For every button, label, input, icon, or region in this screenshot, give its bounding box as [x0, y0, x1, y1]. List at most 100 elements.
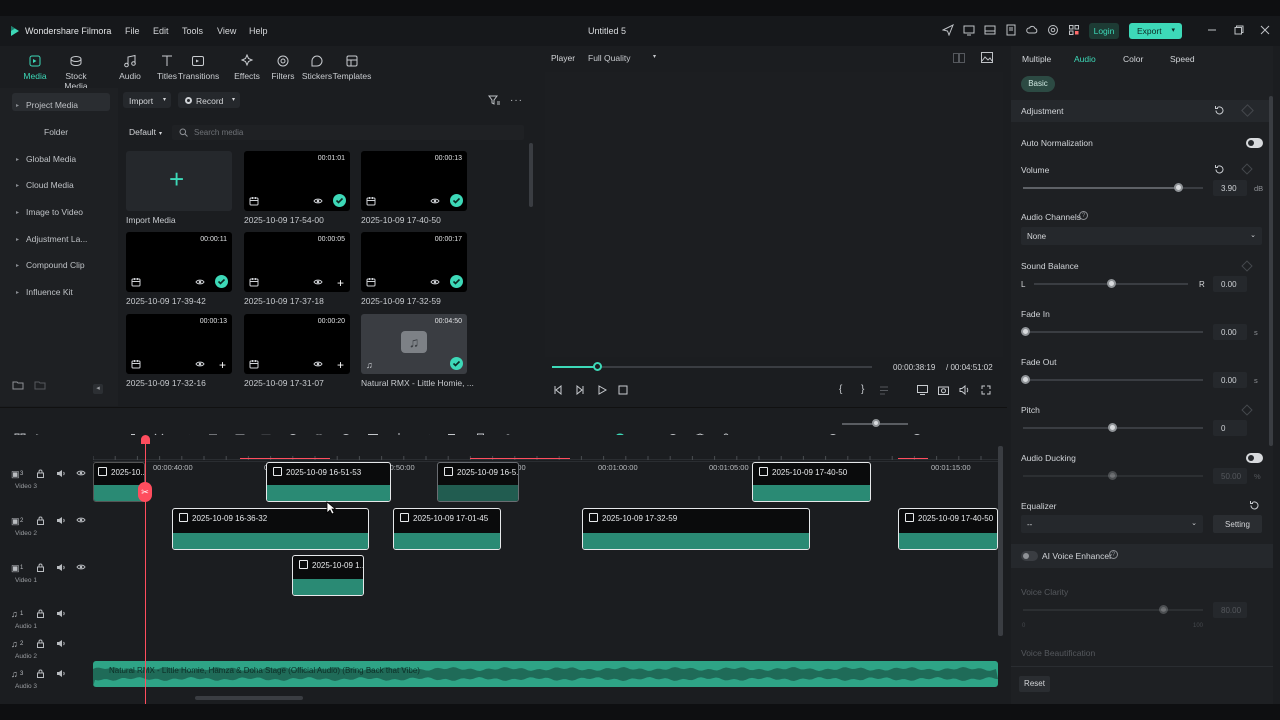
sidebar-item-image-to-video[interactable]: ▸ Image to Video	[10, 201, 110, 223]
lock-icon[interactable]	[36, 639, 45, 648]
tab-transitions[interactable]: Transitions	[178, 54, 219, 81]
volume-value[interactable]: 3.90	[1213, 180, 1247, 196]
audio-channels-dropdown[interactable]: None ⌄	[1021, 227, 1262, 245]
export-button[interactable]: Export ▾	[1129, 23, 1182, 39]
media-thumbnail[interactable]: 00:00:11	[126, 232, 232, 292]
basic-subtab[interactable]: Basic	[1021, 76, 1055, 92]
folder-link-icon[interactable]	[34, 379, 46, 391]
playhead[interactable]	[145, 436, 146, 704]
lock-icon[interactable]	[36, 516, 45, 525]
preview-eye-icon[interactable]	[313, 360, 323, 368]
ai-voice-toggle[interactable]	[1021, 551, 1038, 561]
preview-eye-icon[interactable]	[430, 278, 440, 286]
sidebar-item-adjustment-la-[interactable]: ▸ Adjustment La...	[10, 228, 110, 250]
media-thumbnail[interactable]: 00:00:20 +	[244, 314, 350, 374]
save-icon[interactable]	[1005, 24, 1017, 36]
preview-eye-icon[interactable]	[313, 197, 323, 205]
sidebar-item-compound-clip[interactable]: ▸ Compound Clip	[10, 254, 110, 276]
search-bar[interactable]: Search media	[172, 125, 524, 140]
tab-stickers[interactable]: Stickers	[297, 54, 337, 81]
reset-icon[interactable]	[1214, 105, 1225, 116]
visibility-eye-icon[interactable]	[76, 516, 86, 524]
mark-in-icon[interactable]: {	[839, 384, 842, 395]
more-icon[interactable]: ···	[510, 95, 523, 106]
close-icon[interactable]	[1259, 24, 1271, 36]
tab-stock-media[interactable]: Stock Media	[56, 54, 96, 91]
media-thumbnail[interactable]: 00:04:50 ♫ ♫	[361, 314, 467, 374]
media-thumbnail[interactable]: 00:01:01	[244, 151, 350, 211]
menu-file[interactable]: File	[125, 26, 140, 36]
sidebar-item-folder[interactable]: Folder	[10, 121, 110, 143]
fade-out-knob[interactable]	[1021, 375, 1030, 384]
filter-icon[interactable]	[488, 94, 500, 106]
search-input[interactable]: Search media	[194, 128, 243, 137]
clip-v2-4[interactable]: 2025-10-09 17-40-50	[898, 508, 998, 550]
mute-speaker-icon[interactable]	[56, 609, 66, 618]
import-dropdown[interactable]: Import ▾	[123, 92, 171, 108]
fade-out-slider[interactable]	[1023, 379, 1203, 381]
lock-icon[interactable]	[36, 563, 45, 572]
auto-normalization-toggle[interactable]	[1246, 138, 1263, 148]
panel-tab-speed[interactable]: Speed	[1170, 54, 1195, 64]
sidebar-item-global-media[interactable]: ▸ Global Media	[10, 148, 110, 170]
preview-eye-icon[interactable]	[430, 197, 440, 205]
preview-eye-icon[interactable]	[313, 278, 323, 286]
audio-clip-a3[interactable]: Natural RMX - Little Homie, Hamza & Doha…	[93, 661, 998, 687]
pitch-knob[interactable]	[1108, 423, 1117, 432]
preview-eye-icon[interactable]	[195, 278, 205, 286]
media-thumbnail[interactable]: 00:00:13 +	[126, 314, 232, 374]
lock-icon[interactable]	[36, 669, 45, 678]
info-icon[interactable]: ?	[1079, 211, 1088, 220]
pitch-value[interactable]: 0	[1213, 420, 1247, 436]
marker-list-icon[interactable]	[879, 386, 889, 395]
equalizer-setting-button[interactable]: Setting	[1213, 515, 1262, 533]
mark-out-icon[interactable]: }	[861, 384, 864, 395]
fade-in-value[interactable]: 0.00	[1213, 324, 1247, 340]
layout-icon[interactable]	[984, 24, 996, 36]
menu-help[interactable]: Help	[249, 26, 268, 36]
fade-in-knob[interactable]	[1021, 327, 1030, 336]
stop-icon[interactable]	[618, 385, 628, 395]
panel-tab-multiple[interactable]: Multiple	[1022, 54, 1051, 64]
clip-v3-4[interactable]: 2025-10-09 17-40-50	[752, 462, 871, 502]
media-thumbnail[interactable]: 00:00:05 +	[244, 232, 350, 292]
menu-edit[interactable]: Edit	[153, 26, 169, 36]
clip-v2-3[interactable]: 2025-10-09 17-32-59	[582, 508, 810, 550]
sidebar-item-influence-kit[interactable]: ▸ Influence Kit	[10, 281, 110, 303]
add-to-timeline-icon[interactable]: +	[219, 358, 226, 372]
balance-value[interactable]: 0.00	[1213, 276, 1247, 292]
properties-scrollbar[interactable]	[1269, 96, 1273, 446]
login-button[interactable]: Login	[1089, 23, 1119, 39]
mute-speaker-icon[interactable]	[56, 669, 66, 678]
tab-effects[interactable]: Effects	[227, 54, 267, 81]
timeline-h-scrollbar[interactable]	[195, 696, 303, 700]
snapshot-image-icon[interactable]	[981, 52, 993, 63]
lock-icon[interactable]	[36, 469, 45, 478]
tab-templates[interactable]: Templates	[332, 54, 372, 81]
next-frame-icon[interactable]	[575, 385, 585, 395]
fullscreen-icon[interactable]	[981, 385, 991, 395]
support-icon[interactable]	[1047, 24, 1059, 36]
display-icon[interactable]	[917, 385, 928, 395]
previous-frame-icon[interactable]	[553, 385, 563, 395]
volume-reset-icon[interactable]	[1214, 164, 1225, 175]
apps-icon[interactable]	[1068, 24, 1080, 36]
monitor-icon[interactable]	[963, 24, 975, 36]
sort-dropdown[interactable]: Default ▾	[124, 125, 166, 139]
volume-knob[interactable]	[1173, 183, 1183, 192]
preview-canvas[interactable]	[545, 72, 1003, 357]
sidebar-item-cloud-media[interactable]: ▸ Cloud Media	[10, 174, 110, 196]
lock-icon[interactable]	[36, 609, 45, 618]
preview-eye-icon[interactable]	[195, 360, 205, 368]
restore-icon[interactable]	[1233, 24, 1245, 36]
mute-speaker-icon[interactable]	[56, 639, 66, 648]
visibility-eye-icon[interactable]	[76, 469, 86, 477]
audio-ducking-toggle[interactable]	[1246, 453, 1263, 463]
mute-speaker-icon[interactable]	[56, 516, 66, 525]
scissors-icon[interactable]: ✂	[138, 482, 152, 502]
quality-dropdown[interactable]: Full Quality ▾	[583, 50, 661, 65]
media-scrollbar[interactable]	[529, 143, 533, 207]
timeline-v-scrollbar[interactable]	[998, 446, 1003, 636]
clip-v2-1[interactable]: 2025-10-09 16-36-32	[172, 508, 369, 550]
camera-icon[interactable]	[938, 385, 949, 395]
